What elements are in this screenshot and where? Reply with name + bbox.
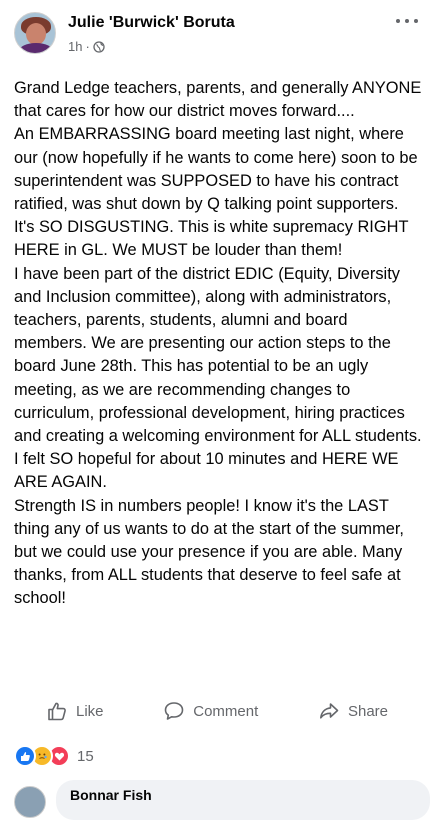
post-header: Julie 'Burwick' Boruta 1h · xyxy=(0,0,432,66)
like-button[interactable]: Like xyxy=(46,700,104,722)
meta-separator: · xyxy=(85,39,90,54)
comment-bubble-icon xyxy=(164,702,184,720)
comment-label: Comment xyxy=(193,702,259,720)
commenter-name[interactable]: Bonnar Fish xyxy=(70,787,152,803)
share-button[interactable]: Share xyxy=(318,700,388,722)
author-avatar[interactable] xyxy=(14,12,56,54)
author-name[interactable]: Julie 'Burwick' Boruta xyxy=(68,14,235,32)
reactions-summary[interactable]: 15 xyxy=(14,745,94,767)
thumbs-up-icon xyxy=(48,702,66,721)
more-options-icon[interactable] xyxy=(396,14,418,28)
share-label: Share xyxy=(347,702,388,720)
globe-icon[interactable] xyxy=(93,40,105,53)
comment-preview: Bonnar Fish xyxy=(14,780,432,820)
post-body-text: Grand Ledge teachers, parents, and gener… xyxy=(14,79,422,608)
post-actions-bar: Like Comment Share xyxy=(0,695,432,727)
share-arrow-icon xyxy=(319,703,339,719)
commenter-avatar[interactable] xyxy=(14,786,46,818)
post-time[interactable]: 1h xyxy=(68,39,82,54)
post-meta: 1h · xyxy=(68,39,105,54)
comment-button[interactable]: Comment xyxy=(163,700,258,722)
like-reaction-icon xyxy=(14,745,36,767)
comment-bubble[interactable]: Bonnar Fish xyxy=(56,780,430,820)
reaction-count: 15 xyxy=(77,747,94,765)
like-label: Like xyxy=(76,702,104,720)
